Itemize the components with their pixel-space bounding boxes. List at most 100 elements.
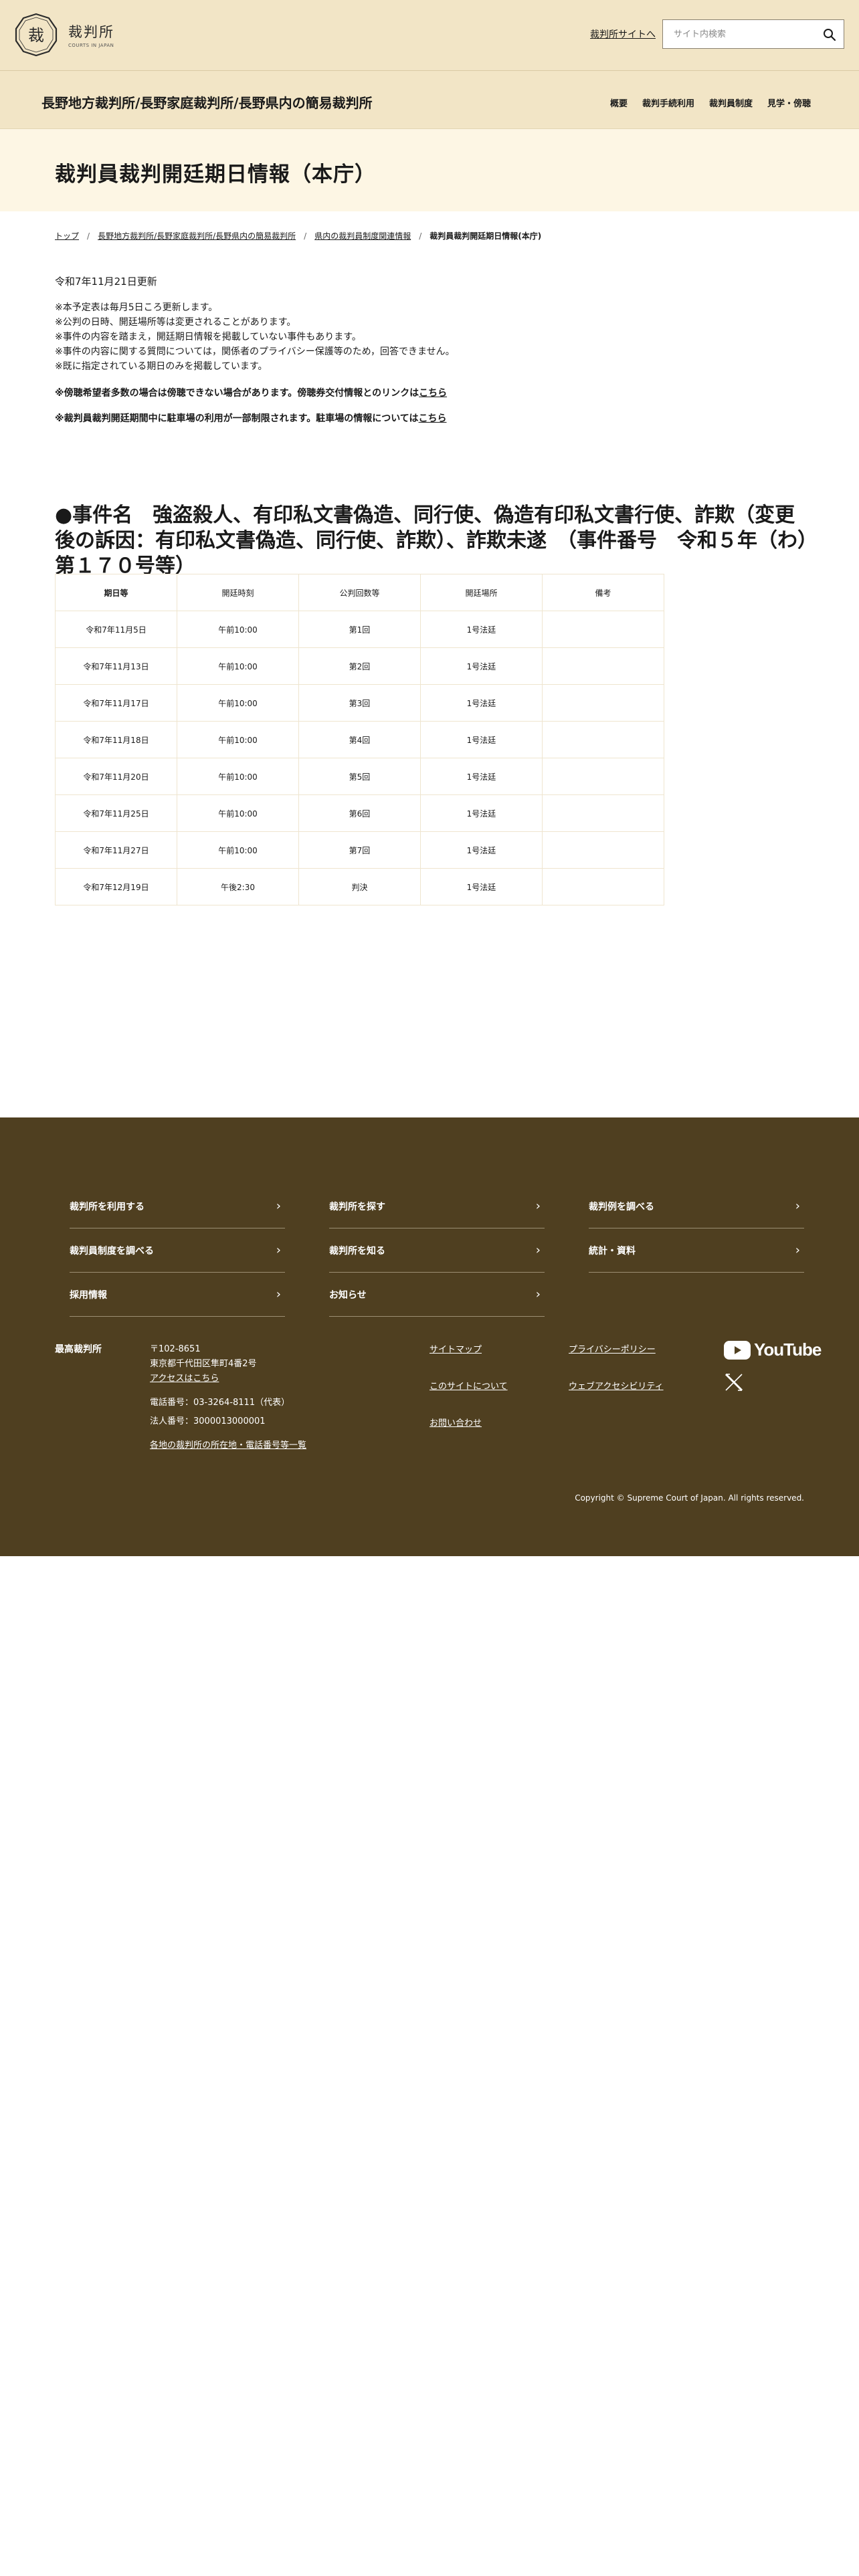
copyright: Copyright © Supreme Court of Japan. All … bbox=[575, 1493, 804, 1503]
nav-overview[interactable]: 概要 bbox=[610, 96, 628, 109]
logo-subtitle: COURTS IN JAPAN bbox=[68, 43, 114, 48]
court-site-link[interactable]: 裁判所サイトへ bbox=[590, 27, 656, 41]
main-content: 令和7年11月21日更新 ※本予定表は毎月5日ころ更新します。 ※公判の日時、開… bbox=[55, 274, 818, 425]
access-link[interactable]: アクセスはこちら bbox=[150, 1374, 219, 1384]
ticket-info: ※傍聴希望者多数の場合は傍聴できない場合があります。傍聴券交付情報とのリンクはこ… bbox=[55, 386, 818, 399]
main-nav: 概要 裁判手続利用 裁判員制度 見学・傍聴 bbox=[610, 96, 811, 109]
site-footer: 裁判所を利用する › 裁判所を探す › 裁判例を調べる › 裁判員制度を調べる … bbox=[0, 1117, 859, 1556]
cell-courtroom: 1号法廷 bbox=[420, 831, 543, 869]
cell-courtroom: 1号法廷 bbox=[420, 794, 543, 832]
about-site-link[interactable]: このサイトについて bbox=[430, 1379, 508, 1392]
cell-courtroom: 1号法廷 bbox=[420, 758, 543, 795]
chevron-right-icon: › bbox=[535, 1287, 541, 1301]
cell-remarks bbox=[542, 868, 664, 905]
footer-links-col2: プライバシーポリシー ウェブアクセシビリティ bbox=[569, 1342, 664, 1416]
cell-date: 令和7年11月13日 bbox=[55, 647, 177, 685]
nav-procedures[interactable]: 裁判手続利用 bbox=[642, 96, 694, 109]
footer-nav-find[interactable]: 裁判所を探す › bbox=[329, 1184, 545, 1228]
address-text: 東京都千代田区隼町4番2号 bbox=[150, 1359, 257, 1369]
logo-name: 裁判所 bbox=[68, 24, 114, 40]
contact-link[interactable]: お問い合わせ bbox=[430, 1416, 508, 1428]
footer-nav-label: 採用情報 bbox=[70, 1289, 107, 1301]
schedule-table: 期日等 開廷時刻 公判回数等 開廷場所 備考 令和7年11月5日 午前10:00… bbox=[55, 574, 664, 905]
parking-info-link[interactable]: こちら bbox=[419, 413, 447, 424]
social-links: YouTube bbox=[724, 1339, 822, 1395]
breadcrumb-top[interactable]: トップ bbox=[55, 230, 79, 241]
footer-links-col1: サイトマップ このサイトについて お問い合わせ bbox=[430, 1342, 508, 1453]
cell-remarks bbox=[542, 831, 664, 869]
chevron-right-icon: › bbox=[535, 1243, 541, 1257]
cell-session: 第1回 bbox=[298, 611, 421, 648]
site-logo[interactable]: 裁 裁判所 COURTS IN JAPAN bbox=[13, 12, 114, 58]
col-header-date: 期日等 bbox=[55, 574, 177, 611]
breadcrumb-lay-judge-info[interactable]: 県内の裁判員制度関連情報 bbox=[314, 230, 411, 241]
x-icon bbox=[725, 1373, 743, 1392]
footer-nav-about[interactable]: 裁判所を知る › bbox=[329, 1228, 545, 1273]
cell-remarks bbox=[542, 647, 664, 685]
table-row: 令和7年12月19日 午後2:30 判決 1号法廷 bbox=[55, 868, 664, 905]
cell-courtroom: 1号法廷 bbox=[420, 868, 543, 905]
footer-nav-statistics[interactable]: 統計・資料 › bbox=[589, 1228, 804, 1273]
court-directory-link[interactable]: 各地の裁判所の所在地・電話番号等一覧 bbox=[150, 1440, 306, 1451]
note-item: ※公判の日時、開廷場所等は変更されることがあります。 bbox=[55, 317, 296, 328]
cell-session: 第7回 bbox=[298, 831, 421, 869]
table-header-row: 期日等 開廷時刻 公判回数等 開廷場所 備考 bbox=[55, 574, 664, 611]
breadcrumb: トップ / 長野地方裁判所/長野家庭裁判所/長野県内の簡易裁判所 / 県内の裁判… bbox=[55, 230, 541, 241]
youtube-link[interactable]: YouTube bbox=[724, 1339, 822, 1360]
cell-courtroom: 1号法廷 bbox=[420, 721, 543, 758]
cell-date: 令和7年11月20日 bbox=[55, 758, 177, 795]
footer-nav-news[interactable]: お知らせ › bbox=[329, 1273, 545, 1317]
cell-time: 午前10:00 bbox=[177, 758, 299, 795]
cell-session: 第5回 bbox=[298, 758, 421, 795]
table-row: 令和7年11月20日 午前10:00 第5回 1号法廷 bbox=[55, 758, 664, 795]
title-band: 裁判員裁判開廷期日情報（本庁） bbox=[0, 129, 859, 211]
note-item: ※既に指定されている期日のみを掲載しています。 bbox=[55, 361, 268, 372]
footer-nav-label: 裁判所を知る bbox=[329, 1245, 385, 1257]
footer-nav-lay-judge[interactable]: 裁判員制度を調べる › bbox=[70, 1228, 285, 1273]
cell-date: 令和7年11月5日 bbox=[55, 611, 177, 648]
court-nav-bar: 長野地方裁判所/長野家庭裁判所/長野県内の簡易裁判所 概要 裁判手続利用 裁判員… bbox=[0, 71, 859, 129]
footer-nav-cases[interactable]: 裁判例を調べる › bbox=[589, 1184, 804, 1228]
note-item: ※事件の内容を踏まえ，開廷期日情報を掲載していない事件もあります。 bbox=[55, 332, 361, 342]
cell-date: 令和7年12月19日 bbox=[55, 868, 177, 905]
sitemap-link[interactable]: サイトマップ bbox=[430, 1342, 508, 1355]
chevron-right-icon: › bbox=[795, 1243, 800, 1257]
court-emblem-icon: 裁 bbox=[13, 12, 59, 58]
cell-remarks bbox=[542, 758, 664, 795]
nav-lay-judge[interactable]: 裁判員制度 bbox=[709, 96, 753, 109]
cell-remarks bbox=[542, 721, 664, 758]
cell-time: 午前10:00 bbox=[177, 831, 299, 869]
breadcrumb-separator: / bbox=[87, 231, 90, 241]
search-button[interactable] bbox=[821, 26, 838, 43]
footer-nav-use[interactable]: 裁判所を利用する › bbox=[70, 1184, 285, 1228]
footer-address: 〒102-8651 東京都千代田区隼町4番2号 アクセスはこちら 電話番号：03… bbox=[150, 1342, 306, 1453]
page-title: 裁判員裁判開廷期日情報（本庁） bbox=[55, 163, 376, 187]
update-date: 令和7年11月21日更新 bbox=[55, 276, 157, 288]
footer-nav-recruit[interactable]: 採用情報 › bbox=[70, 1273, 285, 1317]
chevron-right-icon: › bbox=[276, 1199, 281, 1213]
court-name[interactable]: 長野地方裁判所/長野家庭裁判所/長野県内の簡易裁判所 bbox=[41, 92, 373, 112]
breadcrumb-court[interactable]: 長野地方裁判所/長野家庭裁判所/長野県内の簡易裁判所 bbox=[98, 230, 296, 241]
search-input[interactable] bbox=[663, 20, 810, 48]
chevron-right-icon: › bbox=[535, 1199, 541, 1213]
privacy-policy-link[interactable]: プライバシーポリシー bbox=[569, 1342, 664, 1355]
accessibility-link[interactable]: ウェブアクセシビリティ bbox=[569, 1379, 664, 1392]
ticket-info-text: ※傍聴希望者多数の場合は傍聴できない場合があります。傍聴券交付情報とのリンクは bbox=[55, 388, 419, 399]
breadcrumb-separator: / bbox=[304, 231, 307, 241]
cell-courtroom: 1号法廷 bbox=[420, 647, 543, 685]
breadcrumb-separator: / bbox=[419, 231, 422, 241]
ticket-info-link[interactable]: こちら bbox=[419, 388, 447, 399]
cell-time: 午前10:00 bbox=[177, 611, 299, 648]
cell-remarks bbox=[542, 794, 664, 832]
top-header: 裁 裁判所 COURTS IN JAPAN 裁判所サイトへ bbox=[0, 0, 859, 71]
x-link[interactable] bbox=[724, 1372, 821, 1395]
parking-info-text: ※裁判員裁判開廷期間中に駐車場の利用が一部制限されます。駐車場の情報については bbox=[55, 413, 419, 424]
cell-time: 午前10:00 bbox=[177, 647, 299, 685]
chevron-right-icon: › bbox=[276, 1243, 281, 1257]
footer-org-name: 最高裁判所 bbox=[55, 1344, 102, 1355]
nav-visit[interactable]: 見学・傍聴 bbox=[767, 96, 811, 109]
footer-nav-label: 裁判員制度を調べる bbox=[70, 1245, 154, 1257]
corporate-number: 法人番号：3000013000001 bbox=[150, 1416, 266, 1426]
cell-session: 第2回 bbox=[298, 647, 421, 685]
youtube-icon bbox=[724, 1340, 751, 1360]
